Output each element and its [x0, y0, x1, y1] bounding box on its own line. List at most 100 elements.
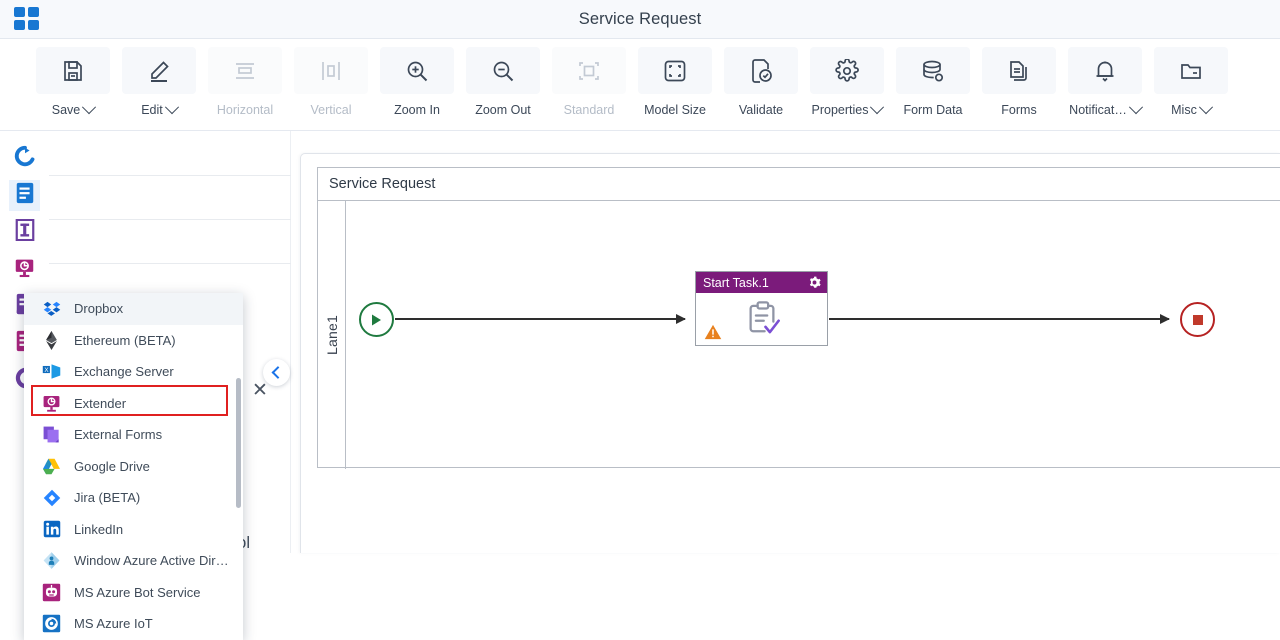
lane-label-column: Lane1 — [318, 201, 346, 469]
model-size-icon — [638, 47, 712, 94]
google-drive-icon — [42, 457, 61, 476]
horizontal-align-icon — [208, 47, 282, 94]
palette-divider — [49, 219, 291, 220]
chevron-down-icon — [82, 100, 97, 115]
folder-misc-icon — [1154, 47, 1228, 94]
toolbar-button-save[interactable]: Save — [36, 47, 110, 117]
toolbar-button-zoom-in[interactable]: Zoom In — [380, 47, 454, 117]
toolbar-label-text: Form Data — [903, 103, 963, 117]
chevron-left-icon — [271, 366, 285, 379]
integration-dropdown-list[interactable]: Dropbox Ethereum (BETA) X Exchange Server Ex… — [24, 293, 243, 640]
dropdown-item-jira-beta[interactable]: Jira (BETA) — [24, 482, 243, 514]
dropdown-item-exchange-server[interactable]: X Exchange Server — [24, 356, 243, 388]
toolbar-label-text: Zoom Out — [475, 103, 531, 117]
toolbar-button-label: Properties — [812, 100, 885, 117]
zoom-in-icon — [380, 47, 454, 94]
toolbar-button-edit[interactable]: Edit — [122, 47, 196, 117]
dropdown-item-dropbox[interactable]: Dropbox — [24, 293, 243, 325]
sequence-flow-1[interactable] — [395, 314, 686, 323]
dropdown-item-window-azure-active-dir[interactable]: Window Azure Active Dir… — [24, 545, 243, 577]
dropdown-item-label: MS Azure IoT — [74, 616, 153, 632]
main-toolbar: Save Edit Horizontal Vertical Zoom In Zoom Ou… — [0, 39, 1280, 131]
external-forms-icon — [42, 425, 61, 444]
toolbar-label-text: Notificat… — [1069, 103, 1127, 117]
page-title: Service Request — [578, 10, 702, 28]
diagram-canvas[interactable]: Service Request Lane1 Start Task.1 — [300, 153, 1280, 553]
chevron-down-icon — [1198, 100, 1213, 115]
zoom-out-icon — [466, 47, 540, 94]
azure-ad-icon — [42, 551, 61, 570]
dropdown-item-ethereum-beta[interactable]: Ethereum (BETA) — [24, 325, 243, 357]
azure-bot-icon — [42, 583, 61, 602]
toolbar-label-text: Validate — [738, 103, 784, 117]
dropdown-item-label: Exchange Server — [74, 364, 174, 380]
task-node-start-task-1[interactable]: Start Task.1 — [695, 271, 828, 346]
toolbar-label-text: Vertical — [310, 103, 352, 117]
exchange-server-icon: X — [42, 362, 61, 381]
dropdown-item-external-forms[interactable]: External Forms — [24, 419, 243, 451]
end-event-node[interactable] — [1180, 302, 1215, 337]
bpmn-lane[interactable]: Lane1 Start Task.1 — [318, 201, 1280, 469]
dropdown-item-label: Extender — [74, 395, 127, 411]
dropdown-item-ms-azure-iot[interactable]: MS Azure IoT — [24, 608, 243, 640]
blue-doc-icon — [15, 182, 35, 209]
azure-iot-icon — [42, 614, 61, 633]
toolbar-label-text: Standard — [563, 103, 615, 117]
rail-item-blue-doc[interactable] — [9, 180, 40, 211]
toolbar-label-text: Edit — [141, 103, 163, 117]
dropdown-item-linkedin[interactable]: LinkedIn — [24, 514, 243, 546]
bell-notification-icon — [1068, 47, 1142, 94]
toolbar-button-vertical: Vertical — [294, 47, 368, 117]
toolbar-button-notificat[interactable]: Notificat… — [1068, 47, 1143, 117]
toolbar-button-forms[interactable]: Forms — [982, 47, 1056, 117]
chevron-down-icon — [164, 100, 179, 115]
start-event-node[interactable] — [359, 302, 394, 337]
magenta-monitor-icon — [14, 257, 35, 283]
bpmn-pool[interactable]: Service Request Lane1 Start Task.1 — [317, 167, 1280, 469]
toolbar-label-text: Misc — [1171, 103, 1197, 117]
palette-divider — [49, 263, 291, 264]
toolbar-label-text: Horizontal — [216, 103, 274, 117]
toolbar-button-validate[interactable]: Validate — [724, 47, 798, 117]
toolbar-button-label: Model Size — [644, 103, 706, 117]
rail-item-connector-round[interactable] — [9, 143, 40, 174]
gear-icon[interactable] — [808, 276, 821, 289]
toolbar-button-label: Zoom Out — [475, 103, 531, 117]
chevron-down-icon — [1128, 100, 1143, 115]
chevron-down-icon — [870, 100, 885, 115]
toolbar-button-label: Misc — [1171, 100, 1213, 117]
rail-item-purple-bracket[interactable] — [9, 217, 40, 248]
gear-properties-icon — [810, 47, 884, 94]
extender-icon — [42, 394, 61, 413]
toolbar-button-label: Notificat… — [1069, 100, 1143, 117]
stop-square-icon — [1192, 314, 1203, 325]
toolbar-button-label: Edit — [141, 100, 179, 117]
dropdown-item-label: LinkedIn — [74, 521, 124, 537]
dropdown-item-label: MS Azure Bot Service — [74, 584, 201, 600]
toolbar-button-label: Zoom In — [394, 103, 440, 117]
dropdown-item-ms-azure-bot-service[interactable]: MS Azure Bot Service — [24, 577, 243, 609]
dropdown-scrollbar[interactable] — [236, 378, 241, 508]
forms-document-icon — [982, 47, 1056, 94]
toolbar-button-misc[interactable]: Misc — [1154, 47, 1228, 117]
save-floppy-icon — [36, 47, 110, 94]
rail-item-magenta-monitor[interactable] — [9, 254, 40, 285]
toolbar-button-properties[interactable]: Properties — [810, 47, 885, 117]
toolbar-button-model-size[interactable]: Model Size — [638, 47, 712, 117]
dropbox-icon — [42, 299, 61, 318]
toolbar-button-zoom-out[interactable]: Zoom Out — [466, 47, 540, 117]
toolbar-label-text: Model Size — [644, 103, 706, 117]
close-icon[interactable]: ✕ — [250, 380, 270, 400]
palette-divider — [49, 175, 291, 176]
toolbar-button-label: Horizontal — [217, 103, 273, 117]
toolbar-button-form-data[interactable]: Form Data — [896, 47, 970, 117]
dropdown-item-label: External Forms — [74, 427, 163, 443]
dropdown-item-google-drive[interactable]: Google Drive — [24, 451, 243, 483]
toolbar-button-label: Form Data — [903, 103, 962, 117]
sequence-flow-2[interactable] — [829, 314, 1170, 323]
toolbar-label-text: Forms — [1001, 103, 1037, 117]
dropdown-item-label: Dropbox — [74, 301, 124, 317]
toolbar-button-label: Validate — [739, 103, 783, 117]
panel-collapse-button[interactable] — [263, 359, 290, 386]
dropdown-item-extender[interactable]: Extender — [24, 388, 243, 420]
